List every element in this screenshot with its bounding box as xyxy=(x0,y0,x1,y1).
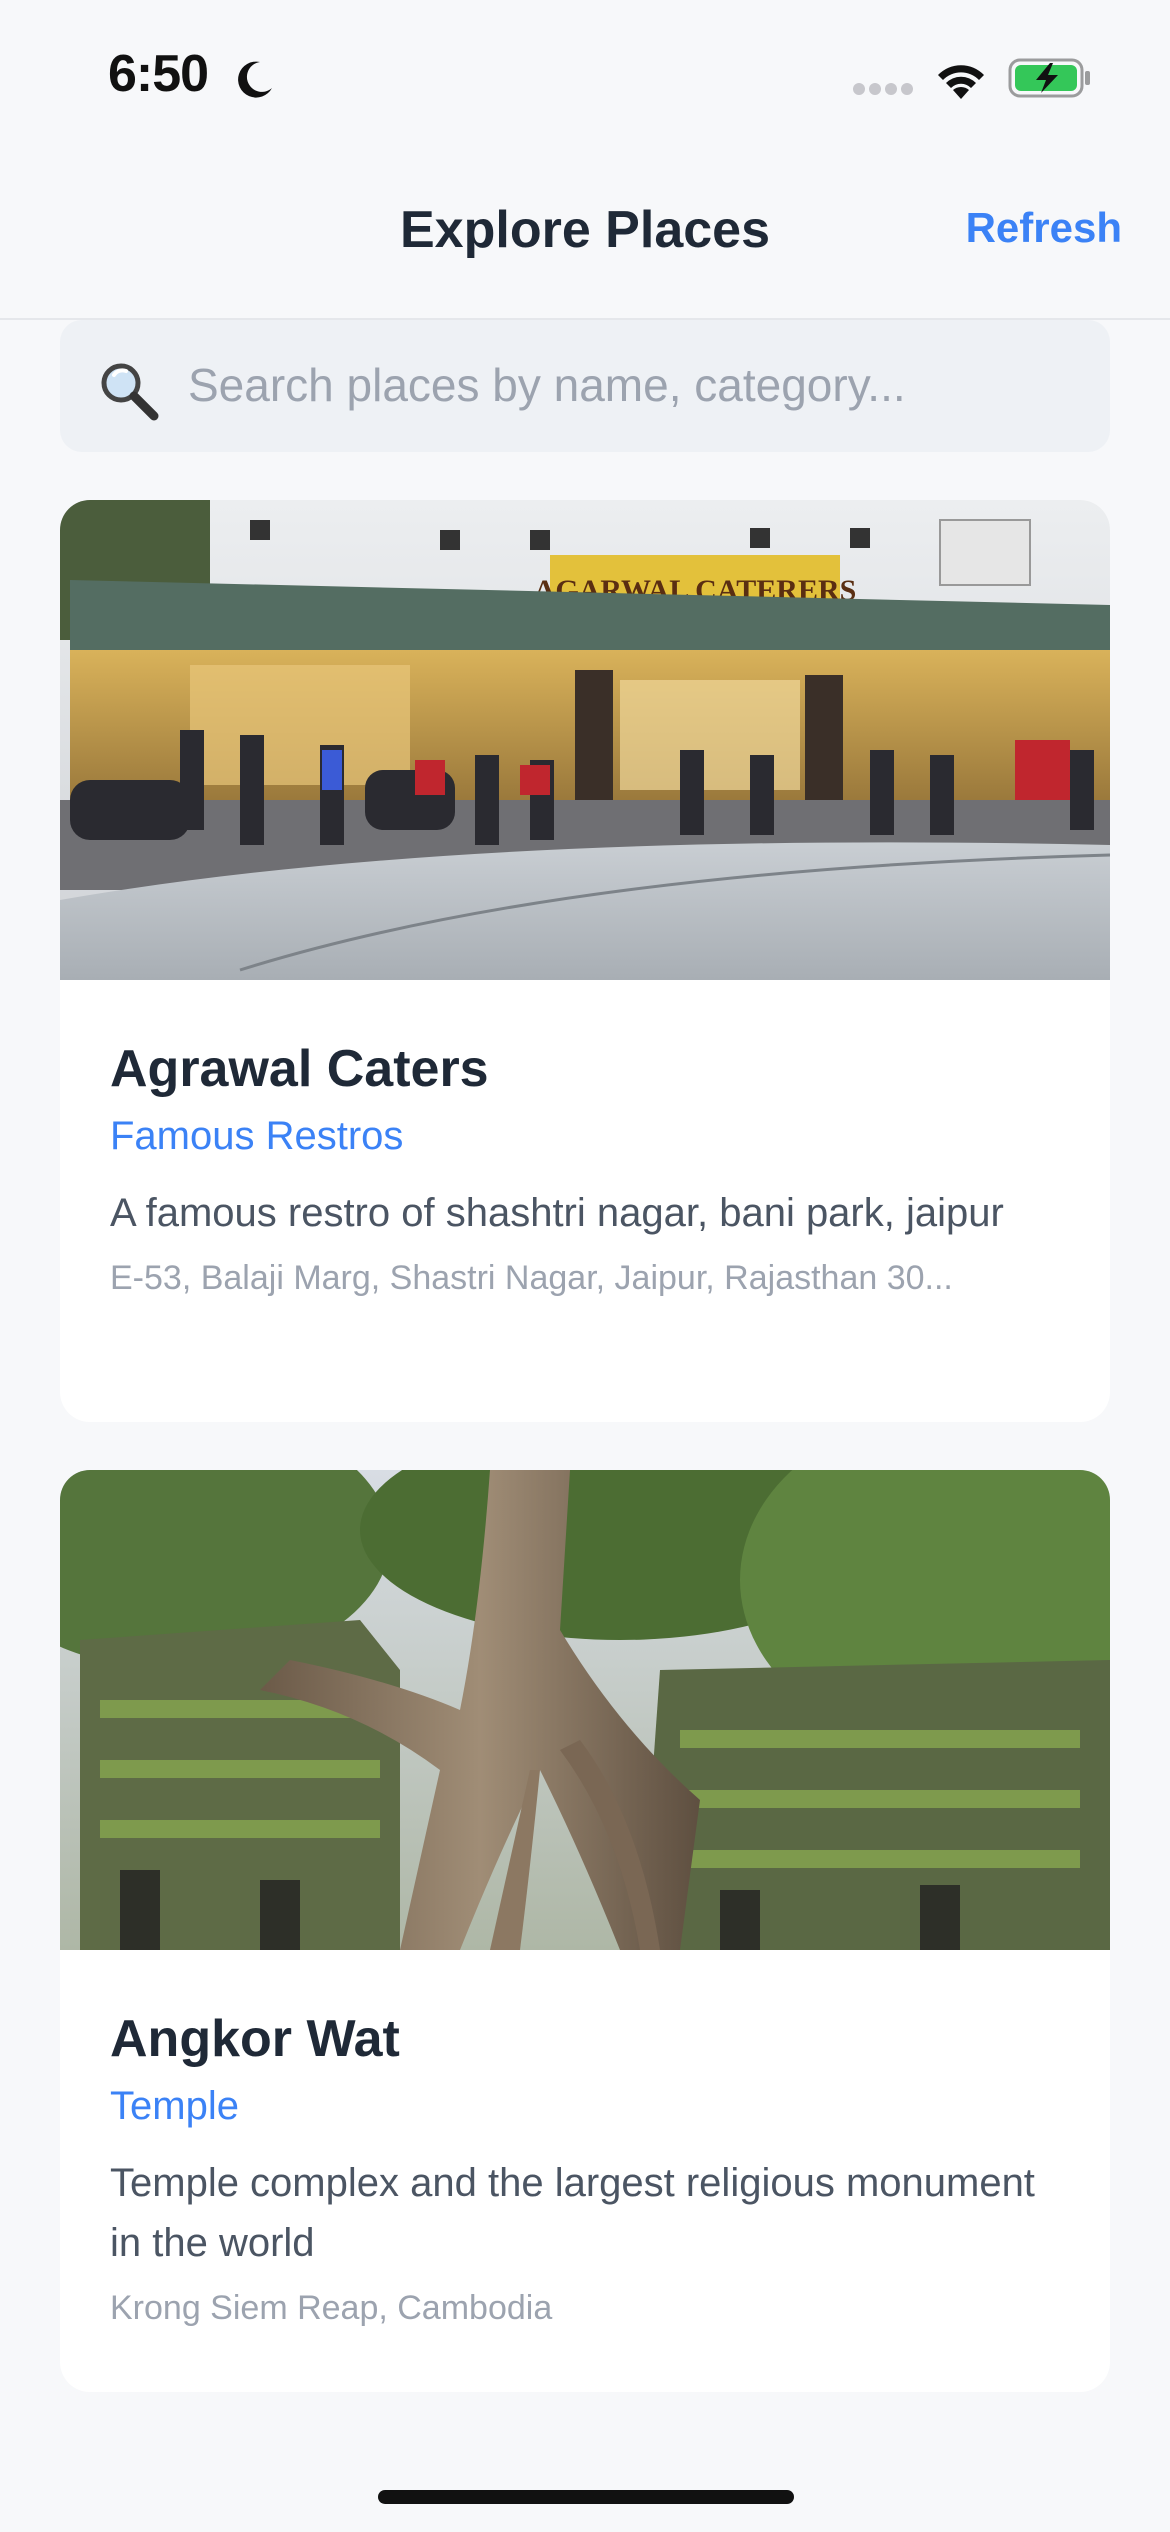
place-image: AGARWAL CATERERS xyxy=(60,500,1110,980)
place-address: Krong Siem Reap, Cambodia xyxy=(110,2289,553,2328)
search-bar[interactable] xyxy=(60,320,1110,452)
refresh-button[interactable]: Refresh xyxy=(966,204,1122,252)
cellular-signal-icon xyxy=(852,82,916,101)
place-category: Temple xyxy=(110,2084,239,2129)
search-icon xyxy=(96,358,160,427)
place-name: Angkor Wat xyxy=(110,2010,400,2068)
home-indicator[interactable] xyxy=(378,2490,794,2504)
status-bar: 6:50 xyxy=(0,0,1170,150)
nav-bar: Explore Places Refresh xyxy=(0,150,1170,320)
place-name: Agrawal Caters xyxy=(110,1040,489,1098)
status-time: 6:50 xyxy=(108,45,209,103)
place-category: Famous Restros xyxy=(110,1114,404,1159)
moon-icon xyxy=(232,58,276,107)
place-address: E-53, Balaji Marg, Shastri Nagar, Jaipur… xyxy=(110,1259,953,1298)
place-card[interactable]: AGARWAL CATERERS Agrawal Caters Famous R… xyxy=(60,500,1110,1422)
battery-charging-icon xyxy=(1008,56,1092,105)
wifi-icon xyxy=(933,57,989,106)
place-image xyxy=(60,1470,1110,1950)
place-description: A famous restro of shashtri nagar, bani … xyxy=(110,1191,1004,1236)
place-card[interactable]: Angkor Wat Temple Temple complex and the… xyxy=(60,1470,1110,2392)
search-input[interactable] xyxy=(188,350,1068,420)
place-description: Temple complex and the largest religious… xyxy=(110,2161,1035,2266)
